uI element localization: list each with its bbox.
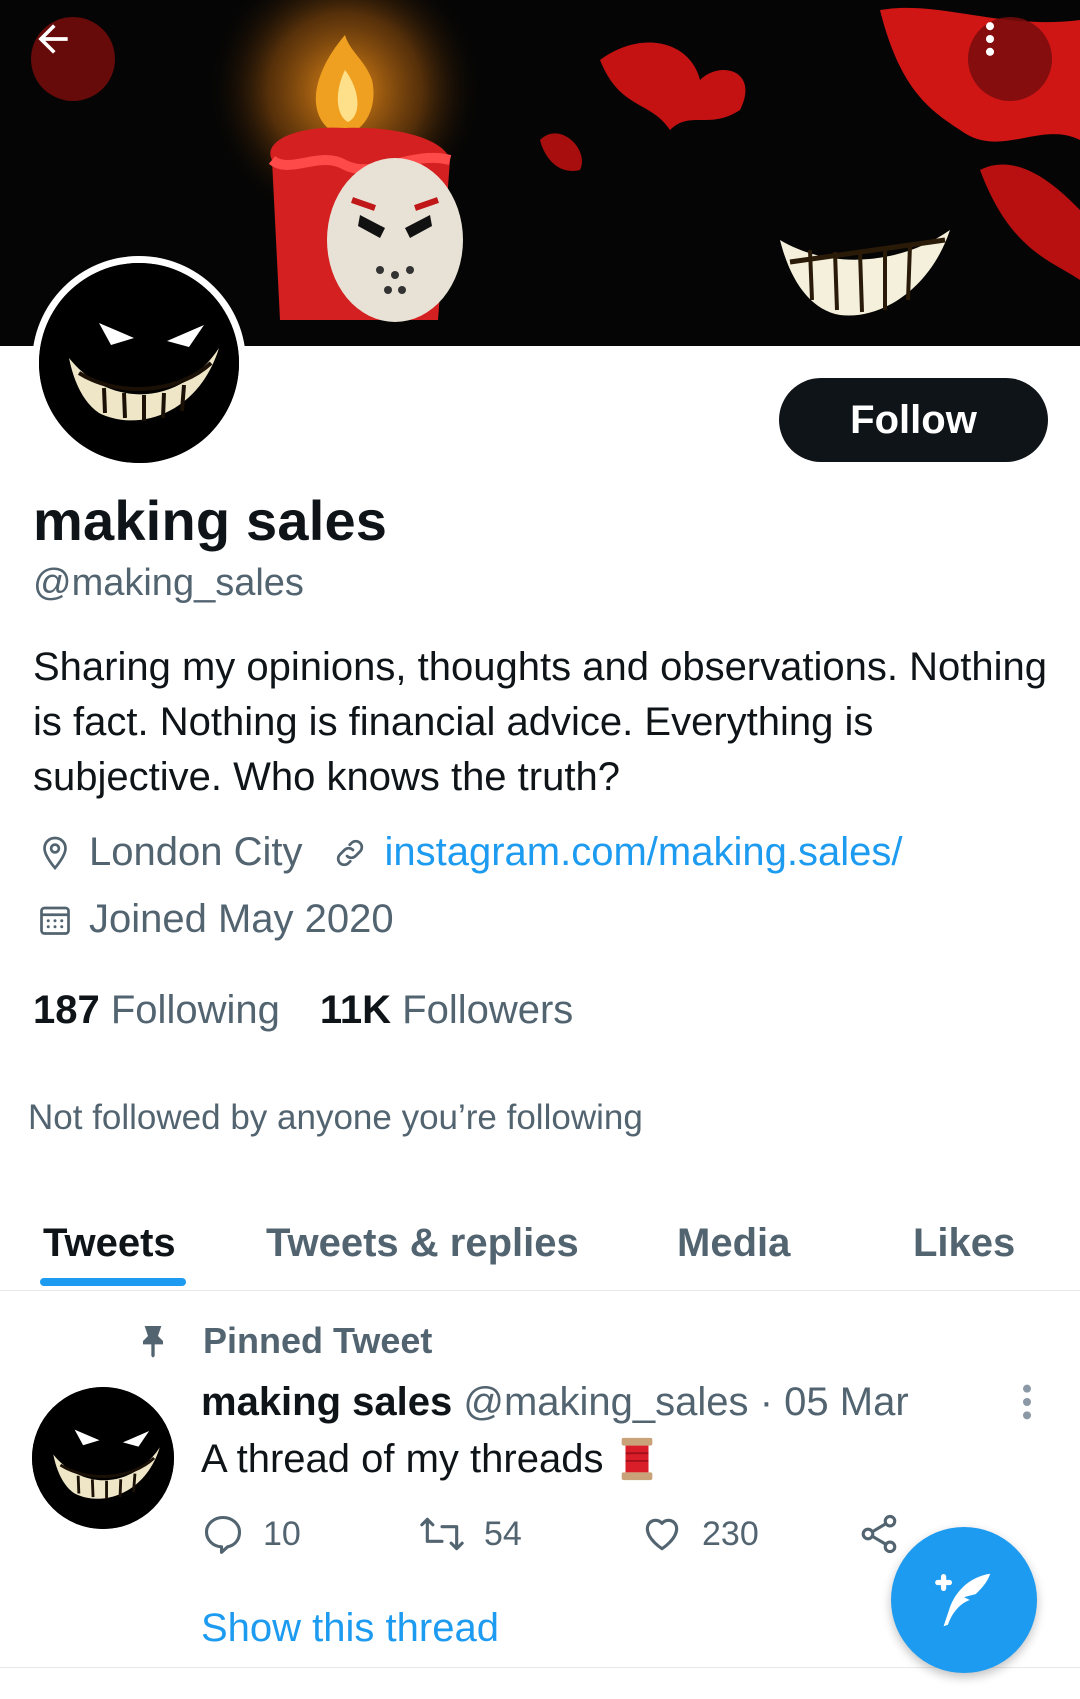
tweet-author-avatar[interactable] [32, 1387, 174, 1529]
avatar [39, 263, 239, 463]
reply-icon [201, 1512, 245, 1556]
followers-count: 11K [319, 988, 392, 1032]
pin-icon [133, 1321, 173, 1361]
profile-location: London City [89, 830, 303, 874]
reply-count: 10 [263, 1514, 301, 1553]
tweet-more-button[interactable] [1015, 1382, 1039, 1427]
profile-website-link[interactable]: instagram.com/making.sales/ [384, 830, 902, 875]
compose-feather-icon [935, 1573, 991, 1627]
tweet-author-name[interactable]: making sales [201, 1380, 452, 1424]
compose-tweet-button[interactable] [891, 1527, 1037, 1673]
pinned-tweet-label-row: Pinned Tweet [133, 1320, 432, 1362]
followers-count-link[interactable]: 11K Followers [320, 988, 573, 1033]
show-thread-link[interactable]: Show this thread [201, 1606, 499, 1651]
more-options-button[interactable] [968, 17, 1052, 101]
tab-tweets-replies[interactable]: Tweets & replies [266, 1196, 579, 1290]
avatar-grin-image [32, 1387, 174, 1529]
not-followed-notice: Not followed by anyone you’re following [28, 1098, 643, 1137]
profile-avatar[interactable] [32, 256, 246, 470]
profile-tabs: Tweets Tweets & replies Media Likes [0, 1196, 1080, 1291]
tweet-divider [0, 1667, 1080, 1668]
share-icon [857, 1512, 901, 1556]
reply-action[interactable]: 10 [201, 1512, 301, 1556]
tweet-date[interactable]: 05 Mar [784, 1380, 909, 1424]
profile-joined-row: Joined May 2020 [33, 897, 394, 942]
follow-counts: 187 Following 11K Followers [33, 988, 573, 1033]
tweet-author-handle: @making_sales [463, 1380, 749, 1424]
follow-button[interactable]: Follow [779, 378, 1048, 462]
tweet-body: A thread of my threads [201, 1436, 657, 1482]
like-count: 230 [702, 1514, 759, 1553]
tweet-header: making sales @making_sales · 05 Mar [201, 1380, 909, 1425]
tab-likes[interactable]: Likes [913, 1196, 1015, 1290]
location-icon [33, 831, 77, 875]
following-label: Following [110, 988, 280, 1032]
thread-spool-icon [617, 1436, 657, 1482]
avatar-grin-image [39, 263, 239, 463]
tab-tweets[interactable]: Tweets [43, 1196, 176, 1290]
link-icon [328, 831, 372, 875]
profile-meta-row: London City instagram.com/making.sales/ [33, 830, 902, 875]
active-tab-indicator [40, 1278, 186, 1286]
profile-name: making sales [33, 489, 388, 552]
calendar-icon [33, 898, 77, 942]
retweet-action[interactable]: 54 [418, 1512, 522, 1556]
retweet-count: 54 [484, 1514, 522, 1553]
more-vertical-icon [985, 22, 995, 56]
tweet-separator: · [759, 1380, 774, 1424]
like-action[interactable]: 230 [640, 1512, 759, 1556]
back-button[interactable] [31, 17, 115, 101]
retweet-icon [418, 1512, 466, 1556]
profile-bio: Sharing my opinions, thoughts and observ… [33, 645, 1047, 799]
back-arrow-icon [38, 24, 68, 54]
following-count-link[interactable]: 187 Following [33, 988, 280, 1033]
heart-icon [640, 1512, 684, 1556]
followers-label: Followers [402, 988, 574, 1032]
profile-joined-date: Joined May 2020 [89, 897, 394, 941]
following-count: 187 [33, 988, 100, 1032]
tab-media[interactable]: Media [677, 1196, 790, 1290]
tweet-text: A thread of my threads [201, 1436, 604, 1481]
more-vertical-icon [1023, 1384, 1031, 1420]
pinned-tweet-label: Pinned Tweet [203, 1320, 433, 1361]
profile-handle: @making_sales [33, 562, 304, 604]
